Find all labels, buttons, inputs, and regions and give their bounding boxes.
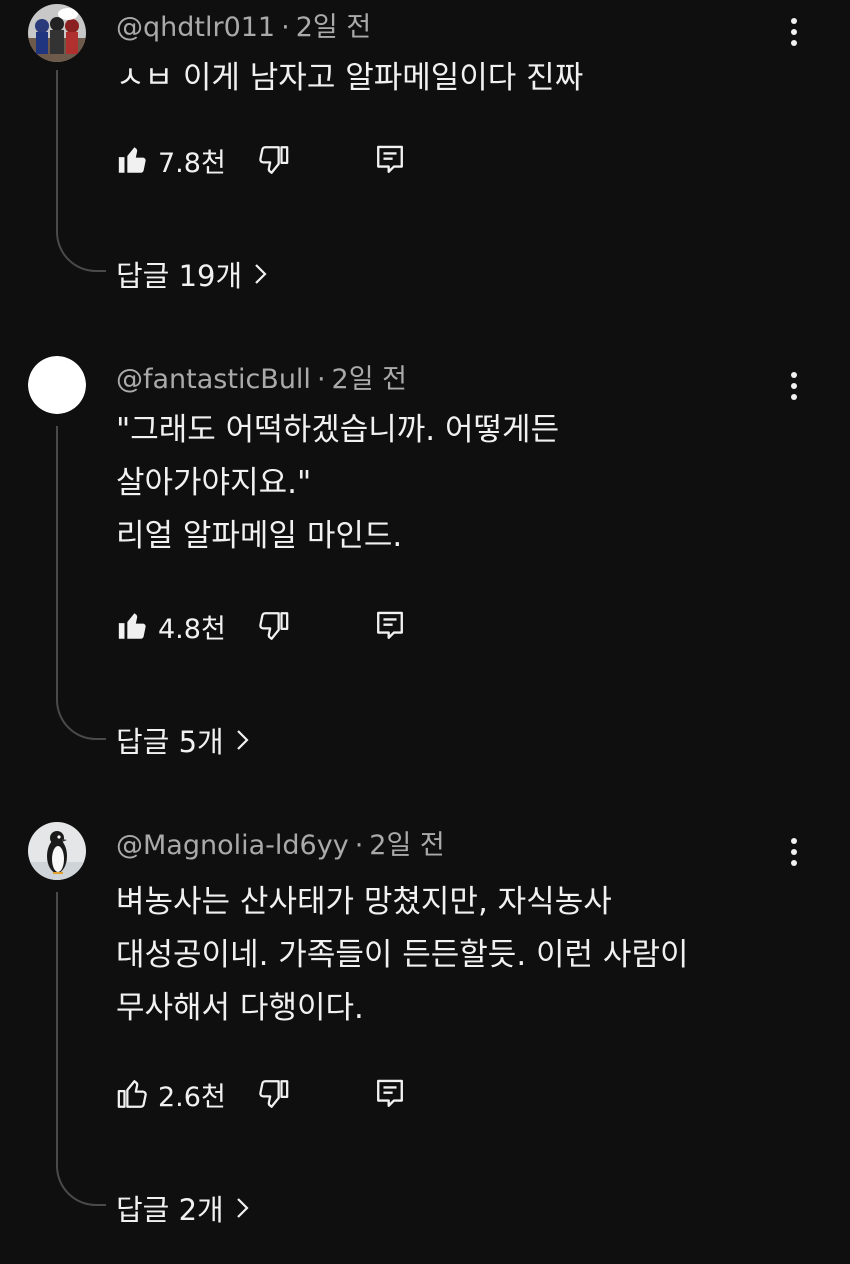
like-count: 4.8천: [158, 613, 226, 645]
like-count: 7.8천: [158, 147, 226, 179]
more-dot-icon: [791, 860, 797, 866]
more-options-button[interactable]: [780, 12, 808, 52]
thread-line: [56, 426, 106, 740]
reply-button[interactable]: [374, 140, 406, 180]
comic-heroes-avatar-icon: [28, 4, 86, 62]
dislike-button[interactable]: [256, 1074, 290, 1114]
replies-label: 답글 19개: [116, 259, 243, 293]
comment-line: ㅅㅂ 이게 남자고 알파메일이다 진짜: [116, 60, 584, 96]
comment-actions: 7.8천: [116, 140, 436, 180]
like-count: 2.6천: [158, 1081, 226, 1113]
comment-line: 무사해서 다행이다.: [116, 990, 364, 1026]
more-dot-icon: [791, 849, 797, 855]
timestamp[interactable]: 2일 전: [332, 364, 407, 395]
view-replies-button[interactable]: 답글 2개: [116, 1188, 250, 1228]
reply-button[interactable]: [374, 606, 406, 646]
more-dot-icon: [791, 838, 797, 844]
like-button[interactable]: 4.8천: [116, 606, 226, 646]
avatar[interactable]: [28, 4, 86, 62]
like-button[interactable]: 2.6천: [116, 1074, 226, 1114]
white-circle-avatar-icon: [28, 356, 86, 414]
more-dot-icon: [791, 29, 797, 35]
thumbs-down-icon: [259, 1080, 289, 1108]
more-dot-icon: [791, 383, 797, 389]
dislike-button[interactable]: [256, 140, 290, 180]
replies-label: 답글 2개: [116, 1193, 224, 1227]
thumbs-up-outline-icon: [117, 1080, 147, 1108]
comment-header: @Magnolia-ld6yy · 2일 전: [116, 828, 445, 864]
more-options-button[interactable]: [780, 366, 808, 406]
thumbs-down-icon: [259, 146, 289, 174]
comment-actions: 2.6천: [116, 1074, 436, 1114]
thread-line: [56, 892, 106, 1206]
view-replies-button[interactable]: 답글 19개: [116, 254, 268, 294]
comment-text: "그래도 어떡하겠습니까. 어떻게든 살아가야지요." 리얼 알파메일 마인드.: [116, 404, 796, 563]
thread-line: [56, 70, 106, 272]
replies-label: 답글 5개: [116, 725, 224, 759]
avatar[interactable]: [28, 822, 86, 880]
comment-line: "그래도 어떡하겠습니까. 어떻게든: [116, 412, 560, 448]
thumbs-up-filled-icon: [118, 147, 146, 173]
comment-line: 대성공이네. 가족들이 든든할듯. 이런 사람이: [116, 937, 689, 973]
more-dot-icon: [791, 40, 797, 46]
reply-icon: [377, 145, 403, 173]
view-replies-button[interactable]: 답글 5개: [116, 720, 250, 760]
avatar[interactable]: [28, 356, 86, 414]
more-dot-icon: [791, 372, 797, 378]
author-name[interactable]: @Magnolia-ld6yy: [116, 830, 349, 861]
reply-button[interactable]: [374, 1074, 406, 1114]
author-name[interactable]: @qhdtlr011: [116, 12, 275, 43]
reply-icon: [377, 611, 403, 639]
penguin-avatar-icon: [28, 822, 86, 880]
comment-text: ㅅㅂ 이게 남자고 알파메일이다 진짜: [116, 52, 796, 105]
separator-dot: ·: [281, 12, 290, 43]
chevron-right-icon: [236, 728, 250, 752]
separator-dot: ·: [354, 830, 364, 861]
timestamp[interactable]: 2일 전: [369, 830, 444, 861]
more-options-button[interactable]: [780, 832, 808, 872]
comment-line: 벼농사는 산사태가 망쳤지만, 자식농사: [116, 884, 612, 920]
comment-3: @Magnolia-ld6yy · 2일 전 벼농사는 산사태가 망쳤지만, 자식농…: [0, 806, 850, 1246]
reply-icon: [377, 1079, 403, 1107]
thumbs-up-filled-icon: [118, 613, 146, 639]
timestamp[interactable]: 2일 전: [296, 12, 371, 43]
comment-header: @qhdtlr011 · 2일 전: [116, 10, 371, 46]
comment-2: @fantasticBull · 2일 전 "그래도 어떡하겠습니까. 어떻게든 살…: [0, 340, 850, 780]
comment-1: @qhdtlr011 · 2일 전 ㅅㅂ 이게 남자고 알파메일이다 진짜 7.8천…: [0, 0, 850, 320]
comment-actions: 4.8천: [116, 606, 436, 646]
like-button[interactable]: 7.8천: [116, 140, 226, 180]
chevron-right-icon: [236, 1196, 250, 1220]
more-dot-icon: [791, 394, 797, 400]
dislike-button[interactable]: [256, 606, 290, 646]
comment-text: 벼농사는 산사태가 망쳤지만, 자식농사 대성공이네. 가족들이 든든할듯. 이…: [116, 876, 796, 1035]
thumbs-down-icon: [259, 612, 289, 640]
comment-header: @fantasticBull · 2일 전: [116, 362, 407, 398]
comment-line: 살아가야지요.": [116, 465, 312, 501]
separator-dot: ·: [316, 364, 326, 395]
author-name[interactable]: @fantasticBull: [116, 364, 311, 395]
more-dot-icon: [791, 18, 797, 24]
chevron-right-icon: [254, 262, 268, 286]
comment-line: 리얼 알파메일 마인드.: [116, 518, 403, 554]
